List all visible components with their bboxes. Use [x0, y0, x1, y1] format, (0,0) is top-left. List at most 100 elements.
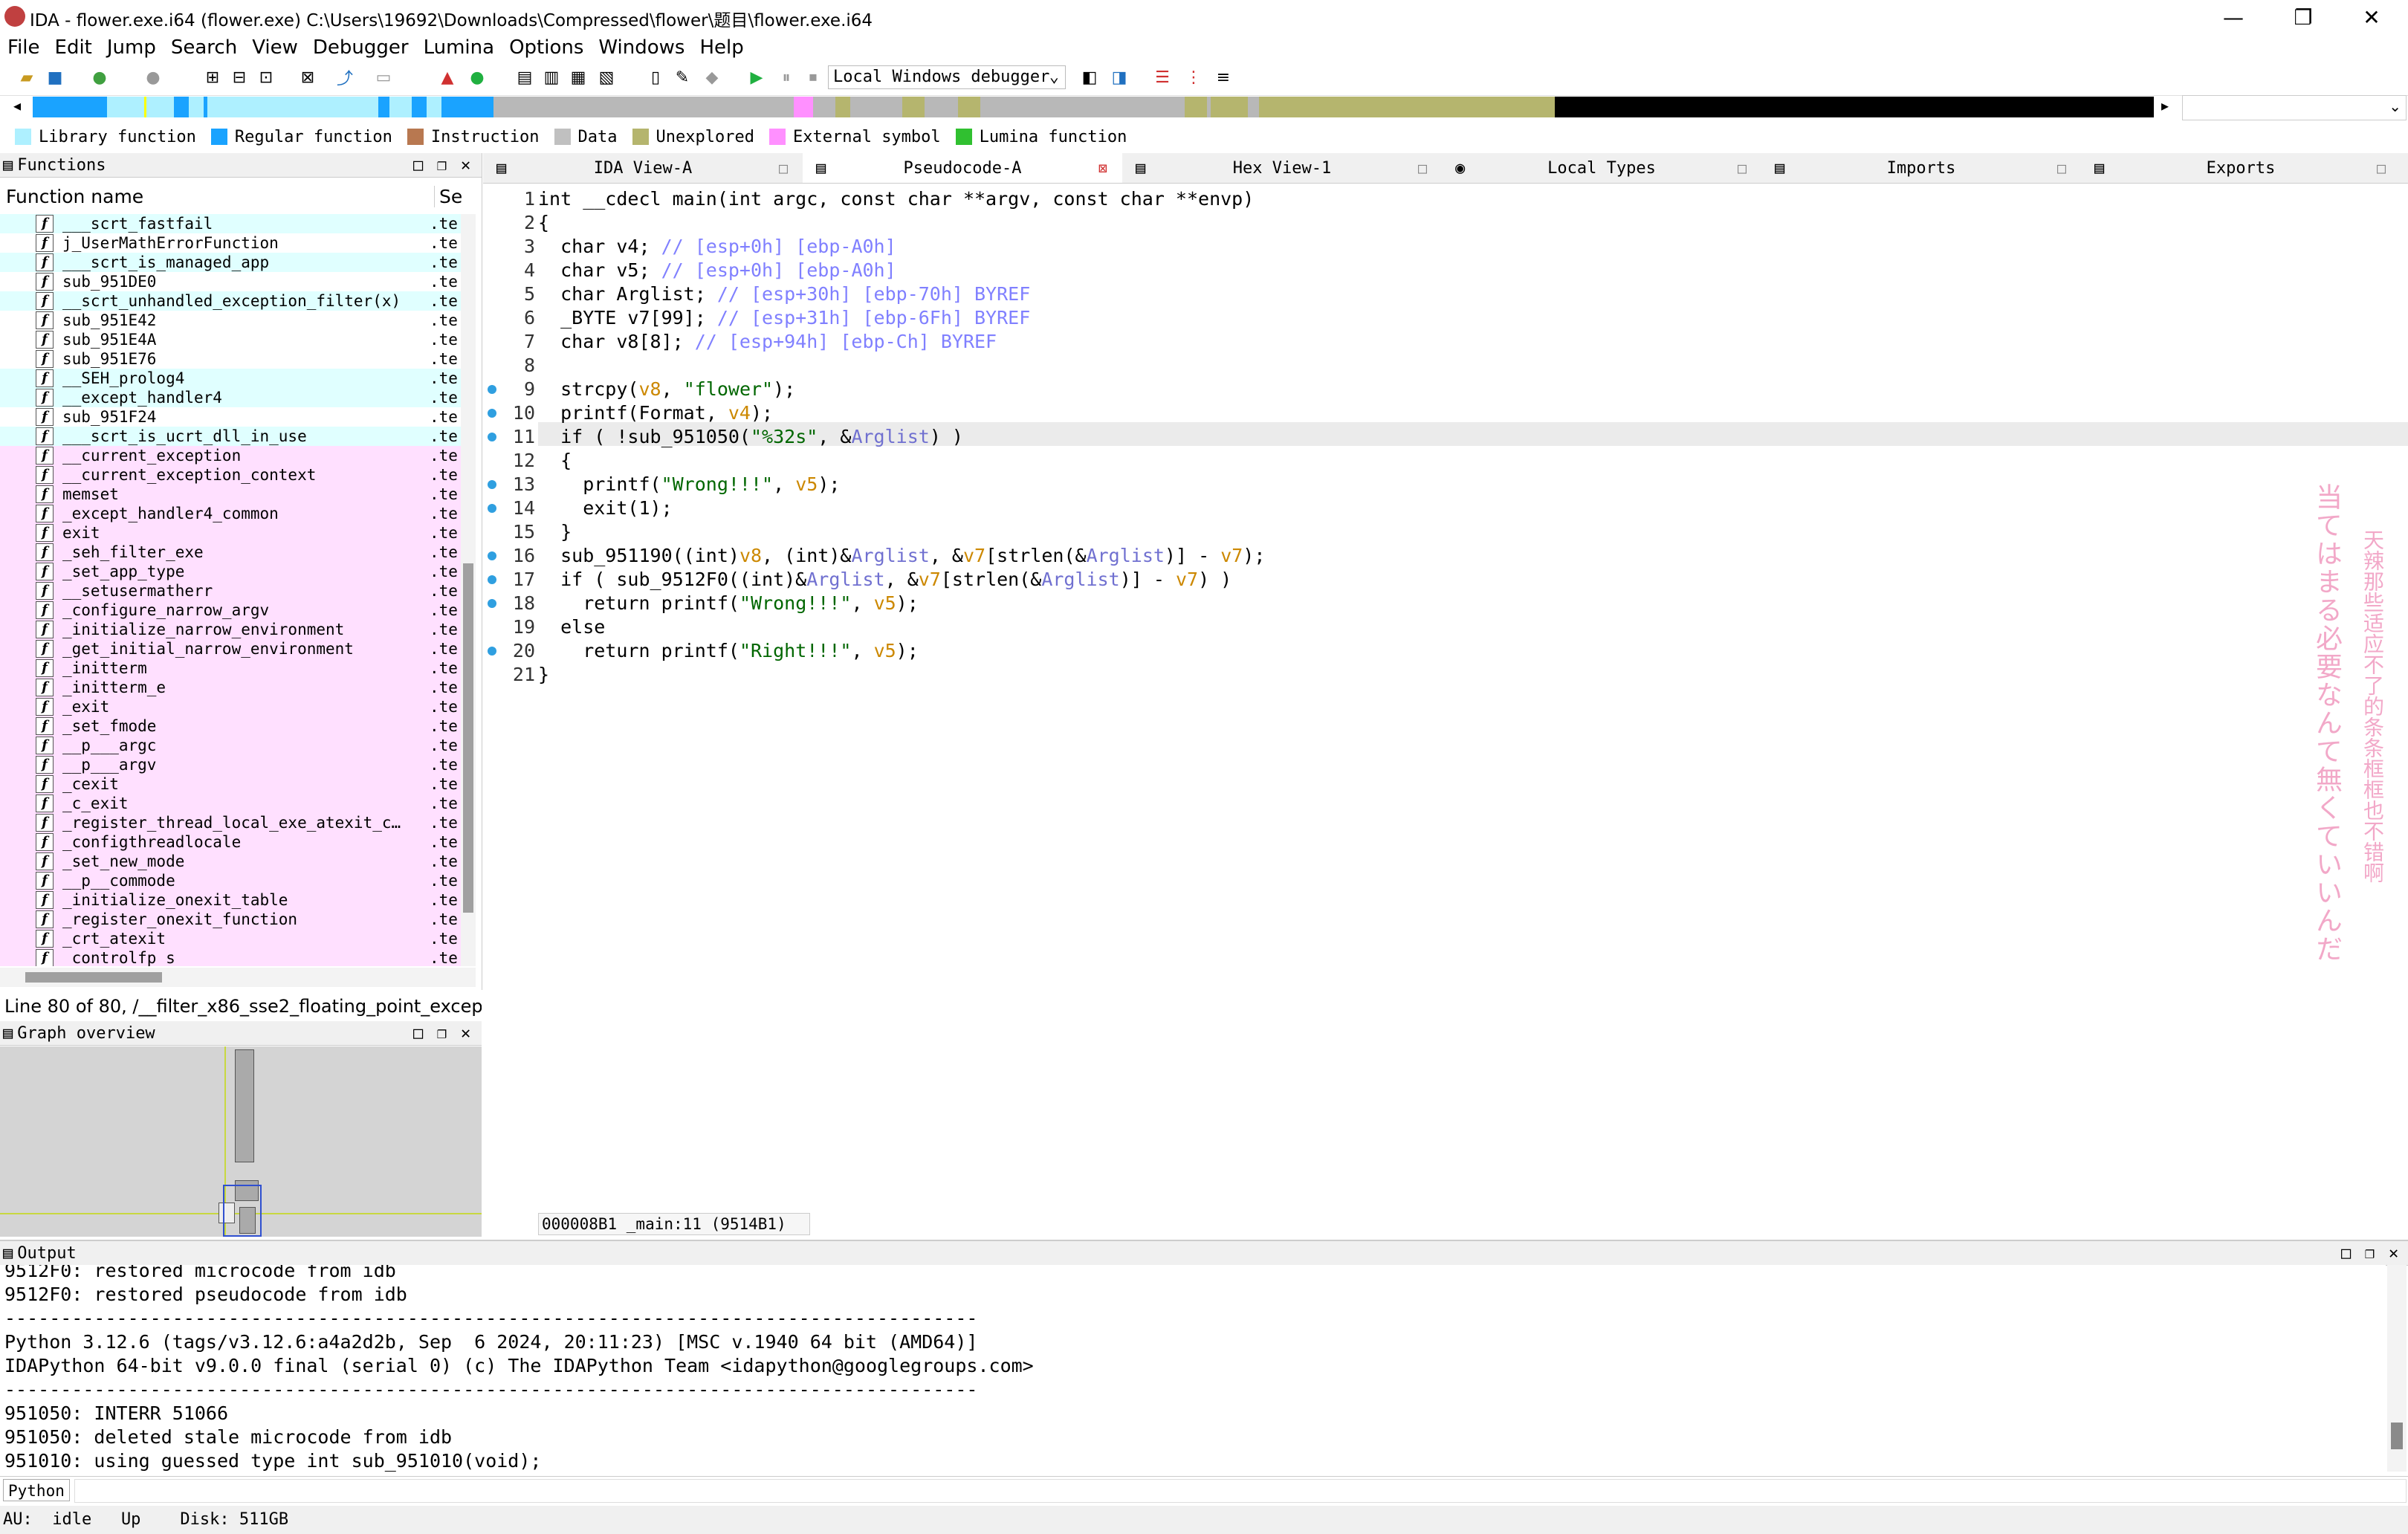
- open-folder-icon[interactable]: ▰: [15, 65, 39, 89]
- function-row[interactable]: f _initterm_e .te: [0, 678, 461, 697]
- function-row[interactable]: f _configthreadlocale .te: [0, 832, 461, 852]
- function-row[interactable]: f sub_951E4A .te: [0, 330, 461, 349]
- function-row[interactable]: f _controlfp_s .te: [0, 948, 461, 966]
- list-breakpoints-icon[interactable]: ☰: [1150, 65, 1174, 89]
- float-panel-icon[interactable]: ❐: [2365, 1244, 2375, 1263]
- menu-windows[interactable]: Windows: [591, 36, 692, 59]
- code-line[interactable]: char Arglist; // [esp+30h] [ebp-70h] BYR…: [538, 282, 1030, 306]
- function-row[interactable]: f _initialize_onexit_table .te: [0, 890, 461, 910]
- graph-view-icon[interactable]: ⊞: [201, 65, 224, 89]
- tab-exports[interactable]: ▤ Exports □: [2081, 153, 2401, 183]
- function-row[interactable]: f _c_exit .te: [0, 794, 461, 813]
- tab-imports[interactable]: ▤ Imports □: [1761, 153, 2081, 183]
- pause-icon[interactable]: ⏸: [774, 65, 798, 89]
- breakpoint-dot-icon[interactable]: [488, 551, 496, 560]
- proximity-icon[interactable]: ⊠: [296, 65, 320, 89]
- function-row[interactable]: f __p___argv .te: [0, 755, 461, 774]
- function-row[interactable]: f _except_handler4_common .te: [0, 504, 461, 523]
- breakpoint-dot-icon[interactable]: [488, 575, 496, 584]
- code-line[interactable]: printf(Format, v4);: [538, 401, 773, 425]
- menu-file[interactable]: File: [0, 36, 48, 59]
- add-breakpoint-icon[interactable]: ⋮: [1182, 65, 1205, 89]
- patch-icon[interactable]: ◆: [700, 65, 724, 89]
- code-line[interactable]: char v8[8]; // [esp+94h] [ebp-Ch] BYREF: [538, 330, 997, 354]
- function-row[interactable]: f sub_951E76 .te: [0, 349, 461, 369]
- stop-icon[interactable]: ⏹: [801, 65, 825, 89]
- float-panel-icon[interactable]: ❐: [437, 1024, 447, 1043]
- close-icon[interactable]: □: [1738, 159, 1747, 177]
- debugger-select[interactable]: Local Windows debugger ⌄: [828, 65, 1066, 89]
- function-row[interactable]: f ___scrt_is_managed_app .te: [0, 253, 461, 272]
- graph-overview-canvas[interactable]: [0, 1046, 482, 1237]
- nav-right-arrow[interactable]: ▸: [2161, 97, 2169, 114]
- detach-icon[interactable]: ◨: [1107, 65, 1131, 89]
- hex-view-icon[interactable]: ⊡: [254, 65, 278, 89]
- function-row[interactable]: f exit .te: [0, 523, 461, 543]
- jump-icon[interactable]: ⤴: [333, 65, 357, 89]
- float-panel-icon[interactable]: ❐: [437, 156, 447, 175]
- run-icon[interactable]: ▶: [745, 65, 768, 89]
- function-row[interactable]: f memset .te: [0, 485, 461, 504]
- function-row[interactable]: f __setusermatherr .te: [0, 581, 461, 601]
- function-row[interactable]: f __except_handler4 .te: [0, 388, 461, 407]
- line-number-gutter[interactable]: 1 2 3 4 5 6 7 8 9 10 11 12 13 14 15 16 17 18 19 20 21: [483, 184, 539, 1232]
- functions-vertical-scrollbar[interactable]: [461, 214, 476, 966]
- breakpoint-dot-icon[interactable]: [488, 504, 496, 513]
- breakpoint-dot-icon[interactable]: [488, 433, 496, 441]
- code-line[interactable]: if ( sub_9512F0((int)&Arglist, &v7[strle…: [538, 568, 1231, 592]
- code-line[interactable]: {: [538, 449, 572, 473]
- function-row[interactable]: f __current_exception .te: [0, 446, 461, 465]
- navigation-band[interactable]: [33, 97, 2154, 117]
- function-row[interactable]: f _set_new_mode .te: [0, 852, 461, 871]
- back-icon[interactable]: ●: [88, 65, 111, 89]
- code-line[interactable]: int __cdecl main(int argc, const char **…: [538, 187, 1254, 211]
- function-row[interactable]: f sub_951E42 .te: [0, 311, 461, 330]
- code-line[interactable]: }: [538, 520, 572, 544]
- code-line[interactable]: strcpy(v8, "flower");: [538, 378, 795, 401]
- close-icon[interactable]: □: [1418, 159, 1427, 177]
- code-line[interactable]: char v5; // [esp+0h] [ebp-A0h]: [538, 259, 896, 282]
- function-row[interactable]: f _configure_narrow_argv .te: [0, 601, 461, 620]
- function-row[interactable]: f _seh_filter_exe .te: [0, 543, 461, 562]
- python-command-input[interactable]: [74, 1479, 2407, 1503]
- function-row[interactable]: f _initialize_narrow_environment .te: [0, 620, 461, 639]
- python-language-button[interactable]: Python: [3, 1479, 70, 1501]
- code-line[interactable]: else: [538, 615, 605, 639]
- function-row[interactable]: f _get_initial_narrow_environment .te: [0, 639, 461, 658]
- code-icon[interactable]: ▤: [513, 65, 537, 89]
- breakpoint-icon[interactable]: ▲: [436, 65, 459, 89]
- function-row[interactable]: f ___scrt_fastfail .te: [0, 214, 461, 233]
- menu-view[interactable]: View: [245, 36, 305, 59]
- lumina-icon[interactable]: ●: [465, 65, 489, 89]
- code-line[interactable]: }: [538, 663, 549, 687]
- tab-ida-view-a[interactable]: ▤ IDA View-A □: [483, 153, 803, 183]
- function-row[interactable]: f __SEH_prolog4 .te: [0, 369, 461, 388]
- save-icon[interactable]: ■: [43, 65, 67, 89]
- pseudocode-editor[interactable]: int __cdecl main(int argc, const char **…: [538, 184, 2408, 1232]
- code-line[interactable]: if ( !sub_951050("%32s", &Arglist) ): [538, 425, 963, 449]
- tab-hex-view-1[interactable]: ▤ Hex View-1 □: [1122, 153, 1442, 183]
- breakpoint-dot-icon[interactable]: [488, 409, 496, 418]
- menu-jump[interactable]: Jump: [100, 36, 164, 59]
- code-line[interactable]: return printf("Wrong!!!", v5);: [538, 592, 919, 615]
- code-line[interactable]: _BYTE v7[99]; // [esp+31h] [ebp-6Fh] BYR…: [538, 306, 1030, 330]
- attach-icon[interactable]: ◧: [1078, 65, 1101, 89]
- breakpoint-dot-icon[interactable]: [488, 599, 496, 608]
- output-vertical-scrollbar[interactable]: [2387, 1265, 2407, 1472]
- menu-debugger[interactable]: Debugger: [305, 36, 416, 59]
- code-line[interactable]: return printf("Right!!!", v5);: [538, 639, 919, 663]
- maximize-panel-icon[interactable]: □: [413, 156, 423, 175]
- scrollbar-thumb[interactable]: [25, 972, 162, 983]
- data-icon[interactable]: ▥: [540, 65, 563, 89]
- close-button[interactable]: ✕: [2338, 0, 2405, 34]
- graph-viewport-box[interactable]: [223, 1185, 262, 1237]
- close-panel-icon[interactable]: ✕: [2389, 1244, 2398, 1263]
- function-row[interactable]: f sub_951F24 .te: [0, 407, 461, 427]
- struct-icon[interactable]: ▦: [566, 65, 590, 89]
- function-row[interactable]: f __p___argc .te: [0, 736, 461, 755]
- menu-edit[interactable]: Edit: [48, 36, 100, 59]
- close-icon[interactable]: □: [779, 159, 788, 177]
- breakpoint-dot-icon[interactable]: [488, 647, 496, 656]
- menu-help[interactable]: Help: [692, 36, 751, 59]
- code-line[interactable]: exit(1);: [538, 496, 672, 520]
